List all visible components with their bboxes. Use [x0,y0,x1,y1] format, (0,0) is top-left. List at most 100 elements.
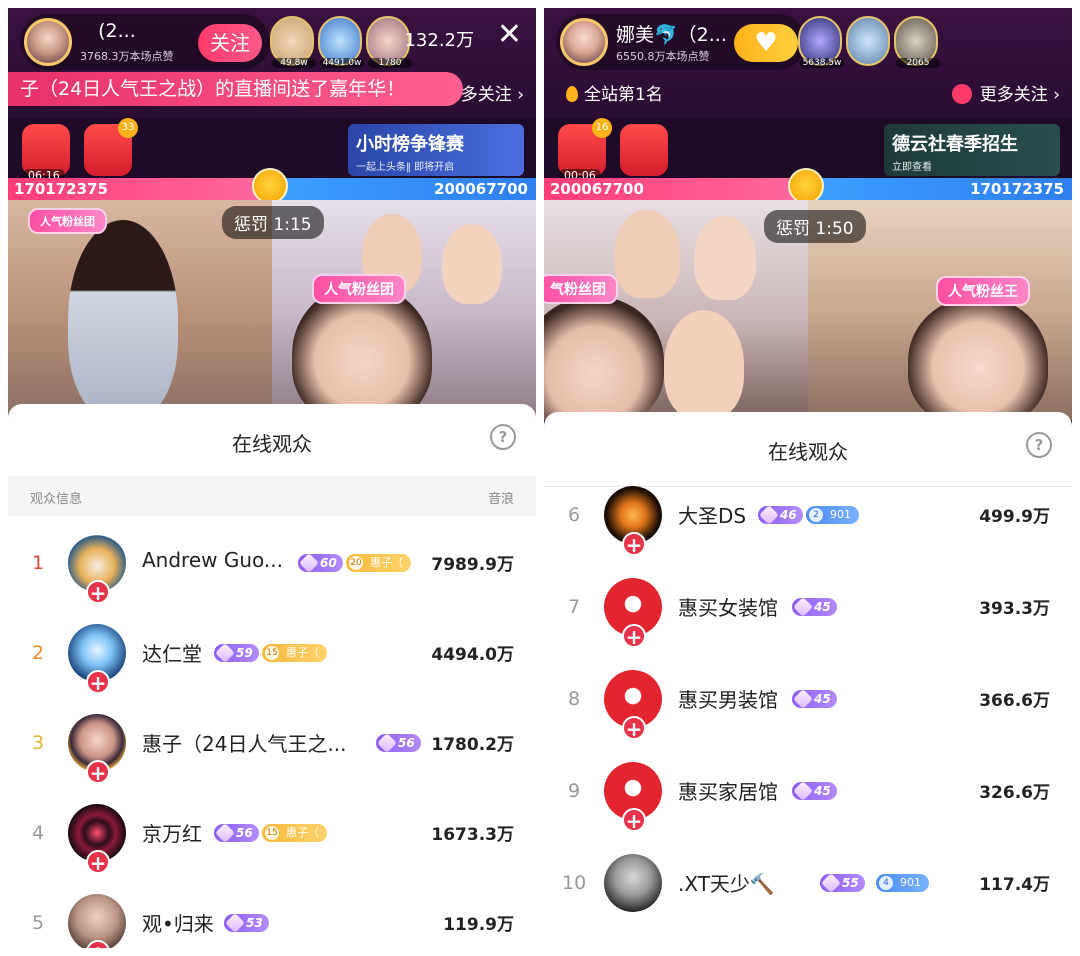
viewer-name[interactable]: 达仁堂 [142,638,202,667]
penalty-timer: 惩罚 1:50 [764,210,866,243]
red-packet-icon[interactable]: 06:16 [22,124,70,182]
table-row[interactable]: 1 + Andrew Guo... 60 20 惠子（ 7989.9万 [8,520,536,610]
host-info[interactable]: (2... 3768.3万本场点赞 关注 [20,14,270,70]
packet-badge: 33 [118,118,138,138]
top-viewer-avatar[interactable]: 49.8w [270,16,316,68]
streamer-face [908,296,1048,426]
promo-subtitle: 一起上头条‖ 即将开启 [356,162,455,173]
pk-score-left: 170172375 [8,178,272,200]
pk-score-right: 170172375 [808,178,1072,200]
top-viewer-avatar[interactable] [846,16,890,66]
viewer-name[interactable]: .XT天少🔨 [678,868,775,897]
follow-plus-icon[interactable]: + [622,624,646,648]
top-viewer-avatar[interactable]: 1780 [366,16,412,68]
streamer-figure [68,220,178,420]
table-row[interactable]: 5 + 观•归来 53 119.9万 [8,880,536,948]
table-row[interactable]: 7 + 惠买女装馆 45 393.3万 [544,564,1072,654]
host-avatar[interactable] [24,18,72,66]
viewer-name[interactable]: 惠子（24日人气王之... [142,728,347,757]
rank-number: 5 [31,912,45,934]
viewer-name[interactable]: 观•归来 [142,908,214,937]
table-row[interactable]: 8 + 惠买男装馆 45 366.6万 [544,656,1072,746]
person-figure [614,210,680,298]
table-row[interactable]: 6 + 大圣DS 46 2 901 499.9万 [544,472,1072,562]
diamond-icon [215,643,235,663]
gift-ticker[interactable]: 子（24日人气王之战）的直播间送了嘉年华！ [8,72,463,106]
follow-plus-icon[interactable]: + [86,580,110,604]
station-rank[interactable]: 全站第1名 [566,80,663,105]
host-info[interactable]: 娜美🐬（2... 6550.8万本场点赞 ♥ [556,14,806,70]
host-name: 娜美🐬（2... [616,24,727,46]
person-figure [694,216,756,300]
follow-heart-button[interactable]: ♥ [734,24,798,62]
live-header: 娜美🐬（2... 6550.8万本场点赞 ♥ 5638.5w 2065 全站第1… [544,8,1072,118]
diamond-icon [225,913,245,933]
pk-score-right: 200067700 [272,178,536,200]
packet-badge: 16 [592,118,612,138]
avatar-dot-icon [951,84,972,104]
level-badge: 46 [758,505,803,525]
pk-emoji-icon [788,168,824,204]
table-row[interactable]: 4 + 京万红 56 15 惠子（ 1673.3万 [8,790,536,880]
top-viewer-avatar[interactable]: 5638.5w [798,16,844,68]
follow-button[interactable]: 关注 [198,24,262,62]
sheet-title: 在线观众 [232,432,312,456]
diamond-icon [759,505,779,525]
fan-club-tag: 人气粉丝团 [28,208,107,234]
promo-banner[interactable]: 小时榜争锋赛 一起上头条‖ 即将开启 [348,124,524,176]
table-row[interactable]: 10 + .XT天少🔨 55 4901 117.4万 [544,840,1072,930]
sound-wave-amount: 119.9万 [443,915,514,935]
avatar[interactable] [604,854,662,912]
diamond-icon [793,781,813,801]
more-follow-link[interactable]: 更多关注 › [951,80,1060,105]
left-live-screen: (2... 3768.3万本场点赞 关注 49.8w 4491.0w 1780 … [8,8,536,948]
level-badge: 45 [792,597,837,617]
viewer-name[interactable]: 惠买家居馆 [678,776,778,805]
more-follow-link[interactable]: 多关注 › [461,80,524,105]
viewer-name[interactable]: 京万红 [142,818,202,847]
table-row[interactable]: 3 + 惠子（24日人气王之... 56 1780.2万 [8,700,536,790]
follow-plus-icon[interactable]: + [86,670,110,694]
viewer-count[interactable]: 132.2万 [404,26,474,52]
diamond-icon [793,689,813,709]
viewer-name[interactable]: 惠买男装馆 [678,684,778,713]
close-icon[interactable]: ✕ [497,20,522,50]
host-avatar[interactable] [560,18,608,66]
help-icon[interactable]: ? [1026,432,1052,458]
penalty-timer: 惩罚 1:15 [222,206,324,239]
sound-wave-amount: 326.6万 [979,783,1050,803]
rank-number: 4 [31,822,45,844]
sound-wave-amount: 366.6万 [979,691,1050,711]
host-likes: 6550.8万本场点赞 [616,50,710,63]
table-row[interactable]: 2 + 达仁堂 59 15 惠子（ 4494.0万 [8,610,536,700]
right-live-screen: 娜美🐬（2... 6550.8万本场点赞 ♥ 5638.5w 2065 全站第1… [544,8,1072,948]
person-figure [664,310,744,420]
red-packet-icon[interactable]: 33 [84,118,138,176]
rank-number: 8 [567,688,581,710]
red-packet-icon[interactable] [620,124,668,176]
top-viewer-avatar[interactable]: 4491.0w [318,16,364,68]
top-viewer-avatar[interactable]: 2065 [894,16,940,68]
follow-plus-icon[interactable]: + [86,850,110,874]
diamond-icon [215,823,235,843]
fan-club-tag: 人气粉丝团 [312,274,406,304]
viewer-name[interactable]: 惠买女装馆 [678,592,778,621]
streamer-face [292,284,432,424]
pk-score-left: 200067700 [544,178,808,200]
diamond-icon [299,553,319,573]
host-likes: 3768.3万本场点赞 [80,50,174,63]
red-packet-icon[interactable]: 16 00:06 [558,118,612,182]
viewer-name[interactable]: Andrew Guo... [142,548,283,572]
rank-number: 2 [31,642,45,664]
follow-plus-icon[interactable]: + [622,716,646,740]
level-badge: 56 [214,823,259,843]
promo-banner[interactable]: 德云社春季招生 立即查看 [884,124,1060,176]
viewer-name[interactable]: 大圣DS [678,500,746,529]
follow-plus-icon[interactable]: + [86,760,110,784]
follow-plus-icon[interactable]: + [622,532,646,556]
help-icon[interactable]: ? [490,424,516,450]
table-row[interactable]: 9 + 惠买家居馆 45 326.6万 [544,748,1072,838]
pk-score-bar: 200067700 170172375 [544,168,1072,204]
follow-plus-icon[interactable]: + [622,808,646,832]
sound-wave-amount: 393.3万 [979,599,1050,619]
